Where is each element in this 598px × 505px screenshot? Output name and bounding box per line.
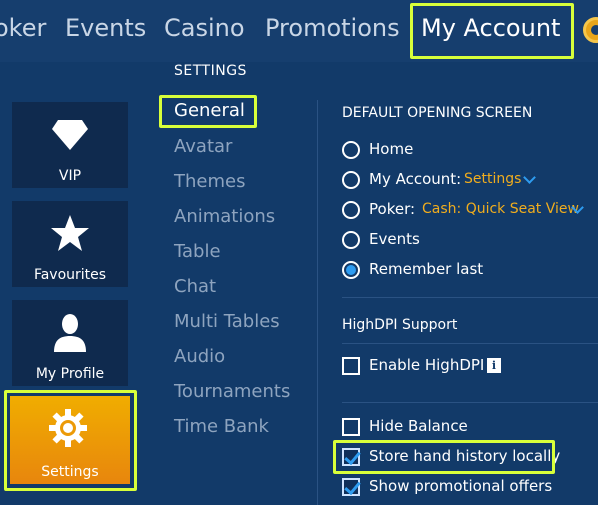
option-show-promotional-offers[interactable]: Show promotional offers (342, 477, 562, 499)
menu-time-bank[interactable]: Time Bank (174, 416, 269, 437)
coin-icon[interactable] (583, 17, 598, 43)
option-hide-balance[interactable]: Hide Balance (342, 417, 562, 439)
radio-events[interactable] (342, 231, 360, 249)
section-divider (342, 402, 598, 403)
option-my-account-label: My Account: (369, 170, 462, 188)
star-icon (51, 215, 89, 251)
tile-vip-label: VIP (58, 168, 82, 184)
nav-events[interactable]: Events (65, 14, 146, 42)
option-show-promotional-offers-label: Show promotional offers (369, 477, 553, 495)
menu-audio[interactable]: Audio (174, 346, 225, 367)
checkbox-show-promotional-offers[interactable] (342, 478, 360, 496)
diamond-icon (52, 120, 88, 150)
tile-vip[interactable]: VIP (12, 102, 128, 188)
radio-my-account[interactable] (342, 171, 360, 189)
nav-poker[interactable]: oker (0, 14, 46, 42)
menu-general-highlight (159, 95, 257, 128)
info-icon[interactable]: i (487, 358, 501, 373)
store-hand-history-highlight (333, 440, 555, 474)
chevron-down-icon[interactable] (523, 171, 536, 184)
section-divider (342, 297, 598, 298)
radio-remember-last[interactable] (342, 261, 360, 279)
nav-my-account-highlight (410, 3, 574, 59)
section-divider (342, 343, 598, 344)
highdpi-title: HighDPI Support (342, 317, 458, 333)
option-events[interactable]: Events (342, 230, 582, 252)
menu-themes[interactable]: Themes (174, 171, 245, 192)
my-account-screen-dropdown[interactable]: Settings (464, 171, 521, 187)
tile-favourites-label: Favourites (33, 267, 107, 283)
option-remember-last-label: Remember last (369, 260, 484, 278)
option-poker-label: Poker: (369, 200, 416, 218)
top-navigation: oker Events Casino Promotions My Account (0, 0, 598, 62)
nav-casino[interactable]: Casino (164, 14, 245, 42)
opening-screen-title: DEFAULT OPENING SCREEN (342, 105, 533, 121)
checkbox-enable-highdpi[interactable] (342, 357, 360, 375)
menu-divider (317, 100, 318, 505)
menu-multi-tables[interactable]: Multi Tables (174, 311, 280, 332)
option-enable-highdpi-label: Enable HighDPI (369, 356, 485, 374)
person-icon (54, 314, 86, 352)
tile-favourites[interactable]: Favourites (12, 201, 128, 287)
menu-animations[interactable]: Animations (174, 206, 275, 227)
settings-section-title: SETTINGS (174, 63, 247, 79)
radio-home[interactable] (342, 141, 360, 159)
option-home-label: Home (369, 140, 414, 158)
poker-screen-dropdown[interactable]: Cash: Quick Seat View (422, 201, 579, 217)
checkbox-hide-balance[interactable] (342, 418, 360, 436)
tile-my-profile-label: My Profile (35, 366, 105, 382)
menu-chat[interactable]: Chat (174, 276, 216, 297)
menu-tournaments[interactable]: Tournaments (174, 381, 290, 402)
menu-table[interactable]: Table (174, 241, 221, 262)
nav-promotions[interactable]: Promotions (265, 14, 400, 42)
tile-my-profile[interactable]: My Profile (12, 300, 128, 386)
option-my-account[interactable]: My Account: Settings (342, 170, 592, 192)
menu-avatar[interactable]: Avatar (174, 136, 232, 157)
tile-settings-highlight (4, 390, 137, 491)
option-events-label: Events (369, 230, 420, 248)
option-hide-balance-label: Hide Balance (369, 417, 468, 435)
option-enable-highdpi[interactable]: Enable HighDPI i (342, 356, 542, 378)
option-home[interactable]: Home (342, 140, 582, 162)
option-remember-last[interactable]: Remember last (342, 260, 582, 282)
option-poker[interactable]: Poker: Cash: Quick Seat View (342, 200, 598, 222)
radio-poker[interactable] (342, 201, 360, 219)
